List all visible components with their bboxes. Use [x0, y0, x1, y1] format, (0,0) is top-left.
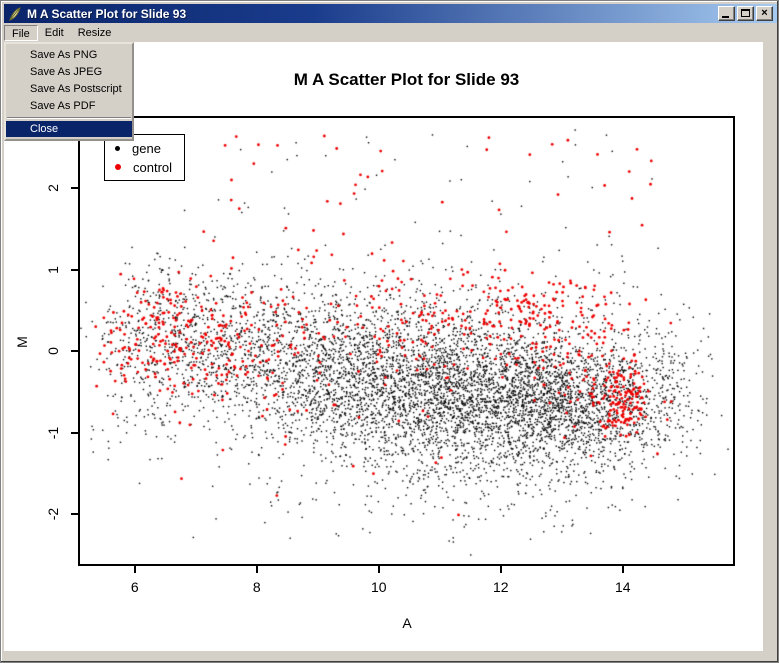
x-tick-mark: [500, 566, 502, 573]
menu-item-save-as-postscript[interactable]: Save As Postscript: [6, 81, 132, 98]
plot-frame: [78, 116, 735, 566]
y-tick-label: -1: [44, 424, 62, 442]
close-icon: ×: [757, 7, 772, 20]
menu-resize[interactable]: Resize: [71, 25, 119, 41]
app-window: M A Scatter Plot for Slide 93 × File Edi…: [0, 0, 779, 663]
x-tick-label: 8: [237, 579, 277, 595]
gene-dot-icon: [115, 146, 120, 151]
legend-entry-control: control: [115, 159, 184, 175]
file-menu-dropdown: Save As PNG Save As JPEG Save As Postscr…: [4, 42, 134, 141]
title-bar[interactable]: M A Scatter Plot for Slide 93 ×: [4, 4, 777, 23]
y-tick-label: -2: [44, 505, 62, 523]
y-tick-mark: [71, 269, 78, 271]
feather-app-icon: [7, 7, 23, 21]
menu-item-save-as-jpeg[interactable]: Save As JPEG: [6, 64, 132, 81]
x-tick-label: 10: [359, 579, 399, 595]
legend-label-control: control: [133, 160, 172, 175]
x-tick-mark: [256, 566, 258, 573]
minimize-button[interactable]: [718, 6, 735, 21]
maximize-icon: [741, 9, 750, 17]
x-tick-label: 12: [481, 579, 521, 595]
menu-item-save-as-png[interactable]: Save As PNG: [6, 47, 132, 64]
menu-bar: File Edit Resize: [4, 24, 777, 42]
x-tick-label: 14: [603, 579, 643, 595]
x-axis-label: A: [398, 615, 416, 631]
chart-title: M A Scatter Plot for Slide 93: [78, 70, 735, 90]
legend-label-gene: gene: [132, 141, 161, 156]
y-tick-label: 2: [44, 179, 62, 197]
y-tick-mark: [71, 513, 78, 515]
legend-entry-gene: gene: [115, 140, 184, 156]
chart-legend: gene control: [104, 134, 185, 181]
x-tick-label: 6: [115, 579, 155, 595]
window-title: M A Scatter Plot for Slide 93: [27, 7, 186, 21]
y-axis-label: M: [14, 336, 30, 348]
maximize-button[interactable]: [737, 6, 754, 21]
y-tick-mark: [71, 432, 78, 434]
y-tick-mark: [71, 187, 78, 189]
menu-edit[interactable]: Edit: [38, 25, 71, 41]
menu-separator: [7, 117, 131, 119]
minimize-icon: [722, 16, 729, 18]
menu-file[interactable]: File: [4, 25, 38, 41]
control-dot-icon: [115, 164, 121, 170]
menu-item-save-as-pdf[interactable]: Save As PDF: [6, 98, 132, 115]
y-tick-label: 0: [44, 342, 62, 360]
y-tick-mark: [71, 350, 78, 352]
x-tick-mark: [622, 566, 624, 573]
y-tick-label: 1: [44, 261, 62, 279]
close-button[interactable]: ×: [756, 6, 773, 21]
x-tick-mark: [378, 566, 380, 573]
menu-item-close[interactable]: Close: [6, 121, 132, 137]
x-tick-mark: [134, 566, 136, 573]
